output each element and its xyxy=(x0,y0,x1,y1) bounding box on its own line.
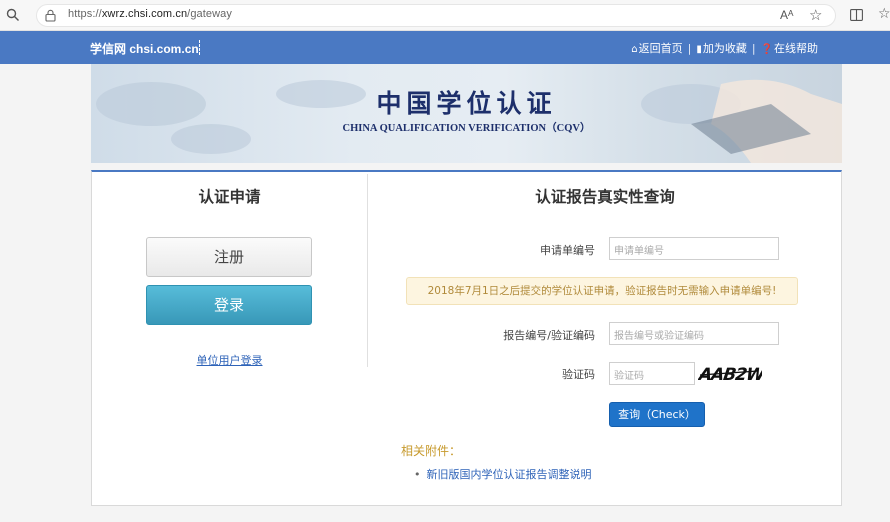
lock-icon[interactable] xyxy=(44,9,57,22)
application-number-input[interactable] xyxy=(609,237,779,260)
notice-banner: 2018年7月1日之后提交的学位认证申请，验证报告时无需输入申请单编号! xyxy=(406,277,798,305)
captcha-input[interactable] xyxy=(609,362,695,385)
application-section-title: 认证申请 xyxy=(198,188,261,206)
hero-banner: 中国学位认证 CHINA QUALIFICATION VERIFICATION（… xyxy=(91,64,842,163)
banner-subtitle: CHINA QUALIFICATION VERIFICATION（CQV） xyxy=(342,123,591,134)
register-button[interactable]: 注册 xyxy=(146,237,312,277)
brand-divider xyxy=(199,40,201,55)
main-panel: 认证申请 注册 登录 单位用户登录 认证报告真实性查询 申请单编号 2018年7… xyxy=(91,170,842,506)
attachment-link[interactable]: • 新旧版国内学位认证报告调整说明 xyxy=(414,466,592,482)
split-screen-icon[interactable] xyxy=(850,9,863,21)
attachments-title: 相关附件： xyxy=(401,444,462,458)
bookmark-icon: ▮ xyxy=(696,44,702,55)
banner-title: 中国学位认证 xyxy=(376,89,557,118)
search-icon[interactable] xyxy=(6,8,20,22)
home-icon: ⌂ xyxy=(631,44,638,55)
read-aloud-icon[interactable]: Aᴬ xyxy=(780,8,793,22)
url-host: xwrz.chsi.com.cn xyxy=(101,8,188,20)
captcha-label: 验证码 xyxy=(562,368,595,381)
favorites-icon[interactable]: ☆ xyxy=(878,6,890,22)
query-check-button[interactable]: 查询（Check） xyxy=(609,402,705,427)
captcha-image[interactable]: AAB2W xyxy=(698,361,762,385)
login-button[interactable]: 登录 xyxy=(146,285,312,325)
unit-user-login-link[interactable]: 单位用户登录 xyxy=(92,352,367,368)
verification-section-title: 认证报告真实性查询 xyxy=(535,188,675,206)
nav-bookmark-link[interactable]: ▮加为收藏 xyxy=(696,40,747,56)
favorite-star-icon[interactable]: ☆ xyxy=(809,6,822,24)
nav-help-link[interactable]: ❓在线帮助 xyxy=(761,40,818,56)
site-header: 学信网 chsi.com.cn ⌂返回首页 | ▮加为收藏 | ❓在线帮助 xyxy=(0,31,890,64)
address-url[interactable]: https://xwrz.chsi.com.cn/gateway xyxy=(68,8,232,20)
bullet-icon: • xyxy=(414,468,421,481)
application-number-label: 申请单编号 xyxy=(540,244,595,257)
report-number-input[interactable] xyxy=(609,322,779,345)
browser-toolbar: https://xwrz.chsi.com.cn/gateway Aᴬ ☆ ☆ xyxy=(0,0,890,31)
report-number-label: 报告编号/验证编码 xyxy=(503,329,595,342)
header-nav: ⌂返回首页 | ▮加为收藏 | ❓在线帮助 xyxy=(631,40,818,56)
nav-home-link[interactable]: ⌂返回首页 xyxy=(631,40,682,56)
help-icon: ❓ xyxy=(760,44,773,55)
site-brand[interactable]: 学信网 chsi.com.cn xyxy=(90,40,199,57)
